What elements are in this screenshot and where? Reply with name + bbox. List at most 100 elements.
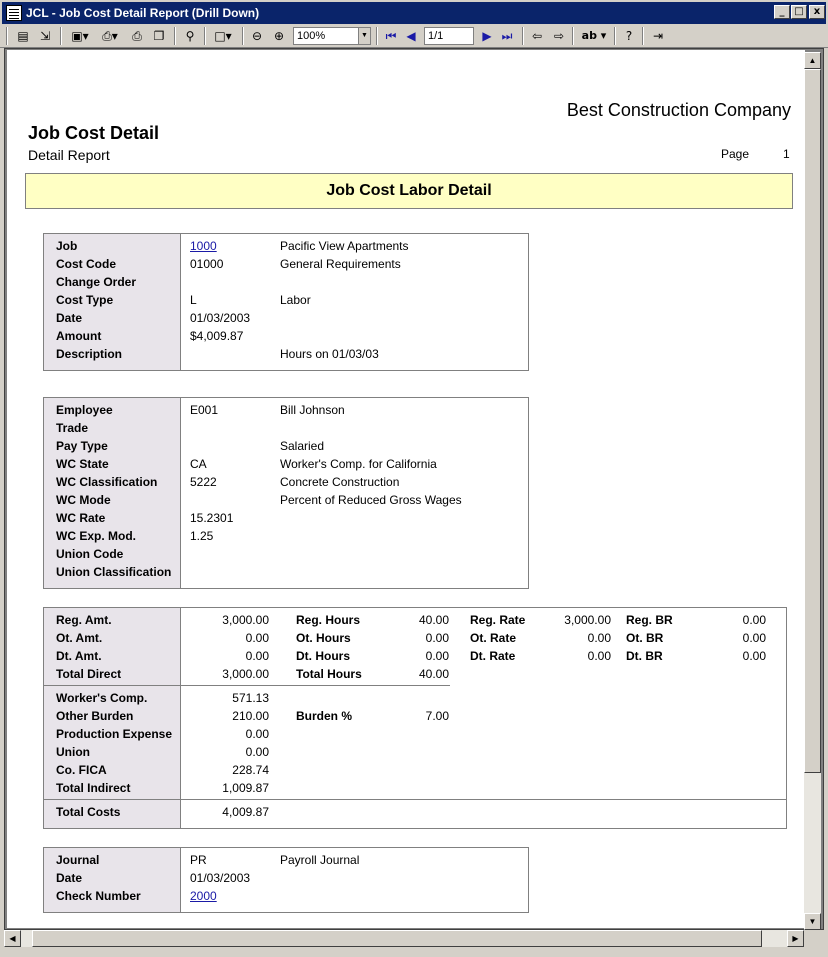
burden-pct-label: Burden % [296, 709, 353, 723]
employee-name: Bill Johnson [280, 403, 345, 417]
zoom-in-icon[interactable]: ⊕ [270, 27, 288, 45]
scroll-down-icon[interactable]: ▼ [804, 913, 821, 930]
wc-rate-value: 15.2301 [190, 511, 234, 525]
journal-date-value: 01/03/2003 [190, 871, 251, 885]
help-icon[interactable]: ? [620, 27, 638, 45]
burden-pct-value: 7.00 [425, 709, 449, 723]
toolbar-separator [6, 27, 8, 45]
co-fica-label: Co. FICA [56, 763, 107, 777]
description-label: Description [56, 347, 123, 361]
dt-rate-value: 0.00 [587, 649, 611, 663]
exit-icon[interactable]: ⇥ [648, 27, 668, 45]
reg-rate-value: 3,000.00 [564, 613, 611, 627]
scroll-right-icon[interactable]: ▶ [787, 930, 804, 947]
workers-comp-value: 571.13 [232, 691, 269, 705]
employee-id: E001 [190, 403, 219, 417]
first-page-icon[interactable]: ⏮ [382, 27, 400, 45]
page-number-field[interactable]: 1/1 [424, 27, 474, 45]
employee-label: Employee [56, 403, 113, 417]
window-title: JCL - Job Cost Detail Report (Drill Down… [26, 6, 260, 20]
export-icon[interactable]: ⇲ [36, 27, 54, 45]
production-expense-value: 0.00 [245, 727, 269, 741]
total-costs-label: Total Costs [56, 805, 121, 819]
date-label: Date [56, 311, 83, 325]
search-binoculars-icon[interactable]: ⚲ [180, 27, 200, 45]
zoom-select[interactable]: 100% ▼ [293, 27, 371, 45]
employee-info-box: Employee E001 Bill Johnson Trade Pay Typ… [43, 397, 529, 589]
production-expense-label: Production Expense [56, 727, 173, 741]
report-title: Job Cost Detail [28, 123, 160, 143]
scroll-up-icon[interactable]: ▲ [804, 52, 821, 69]
print-setup-dropdown-icon[interactable]: ⎙▾ [96, 27, 124, 45]
total-direct-value: 3,000.00 [222, 667, 269, 681]
dt-amt-label: Dt. Amt. [56, 649, 102, 663]
job-label: Job [56, 239, 78, 253]
pay-type-desc: Salaried [280, 439, 325, 453]
toolbar-separator [60, 27, 62, 45]
ot-br-value: 0.00 [742, 631, 766, 645]
chevron-down-icon[interactable]: ▼ [358, 28, 370, 44]
ot-rate-value: 0.00 [587, 631, 611, 645]
ot-amt-value: 0.00 [245, 631, 269, 645]
group-tree-icon[interactable]: ▤ [14, 27, 32, 45]
dt-amt-value: 0.00 [245, 649, 269, 663]
reg-hours-label: Reg. Hours [296, 613, 361, 627]
reg-br-value: 0.00 [742, 613, 766, 627]
dt-hours-value: 0.00 [425, 649, 449, 663]
last-page-icon[interactable]: ⏭ [498, 27, 516, 45]
change-order-label: Change Order [56, 275, 137, 289]
find-text-dropdown[interactable]: ab ▾ [578, 27, 610, 45]
ot-br-label: Ot. BR [626, 631, 664, 645]
zoom-out-icon[interactable]: ⊖ [248, 27, 266, 45]
toolbar-separator [242, 27, 244, 45]
job-number-link[interactable]: 1000 [190, 238, 217, 254]
zoom-value: 100% [297, 30, 326, 42]
scroll-left-icon[interactable]: ◀ [4, 930, 21, 947]
copy-icon[interactable]: ❐ [150, 27, 168, 45]
union-label: Union [56, 745, 90, 759]
previous-page-icon[interactable]: ◀ [402, 27, 420, 45]
next-page-icon[interactable]: ▶ [478, 27, 496, 45]
ot-amt-label: Ot. Amt. [56, 631, 103, 645]
page-value: 1/1 [428, 30, 444, 42]
save-dropdown-icon[interactable]: ▣▾ [66, 27, 94, 45]
wc-rate-label: WC Rate [56, 511, 106, 525]
vertical-scrollbar[interactable]: ▲ ▼ [804, 52, 821, 930]
dt-br-value: 0.00 [742, 649, 766, 663]
check-number-link[interactable]: 2000 [190, 888, 217, 904]
toolbar-separator [204, 27, 206, 45]
print-icon[interactable]: ⎙ [128, 27, 146, 45]
reg-amt-label: Reg. Amt. [56, 613, 112, 627]
costs-box: Reg. Amt. 3,000.00 Reg. Hours 40.00 Reg.… [43, 607, 787, 829]
reg-rate-label: Reg. Rate [470, 613, 526, 627]
wc-mode-desc: Percent of Reduced Gross Wages [280, 493, 462, 507]
wc-state-desc: Worker's Comp. for California [280, 457, 437, 471]
divider [44, 685, 450, 686]
back-icon[interactable]: ⇦ [528, 27, 546, 45]
wc-classification-value: 5222 [190, 475, 217, 489]
vertical-scroll-thumb[interactable] [804, 69, 821, 773]
minimize-button[interactable]: _ [774, 5, 790, 19]
wc-classification-label: WC Classification [56, 475, 158, 489]
wc-mode-label: WC Mode [56, 493, 111, 507]
forward-icon[interactable]: ⇨ [550, 27, 568, 45]
description-value: Hours on 01/03/03 [280, 347, 379, 361]
ot-hours-value: 0.00 [425, 631, 449, 645]
close-button[interactable]: x [809, 5, 825, 19]
journal-date-label: Date [56, 871, 83, 885]
wc-exp-mod-label: WC Exp. Mod. [56, 529, 136, 543]
pay-type-label: Pay Type [56, 439, 108, 453]
other-burden-label: Other Burden [56, 709, 134, 723]
page-view-dropdown-icon[interactable]: □▾ [208, 27, 238, 45]
horizontal-scroll-thumb[interactable] [32, 930, 762, 947]
workers-comp-label: Worker's Comp. [56, 691, 148, 705]
ot-rate-label: Ot. Rate [470, 631, 517, 645]
app-icon [6, 5, 22, 21]
maximize-button[interactable]: □ [791, 5, 807, 19]
dt-br-label: Dt. BR [626, 649, 663, 663]
report-page: Best Construction Company Job Cost Detai… [7, 50, 805, 928]
horizontal-scrollbar[interactable]: ◀ ▶ [4, 930, 804, 947]
toolbar-separator [522, 27, 524, 45]
cost-code-label: Cost Code [56, 257, 116, 271]
wc-classification-desc: Concrete Construction [280, 475, 400, 489]
